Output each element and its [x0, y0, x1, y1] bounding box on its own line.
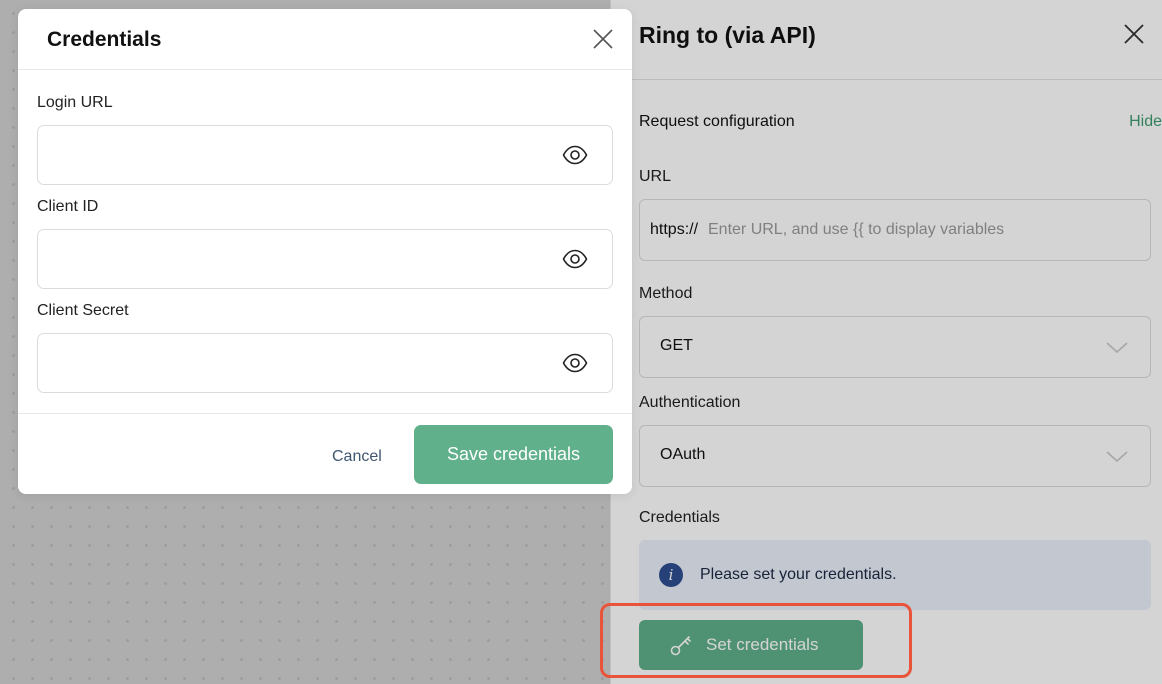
- credentials-modal: Credentials Login URL Client ID Client S…: [18, 9, 632, 494]
- client-id-input[interactable]: [37, 229, 613, 289]
- client-secret-label: Client Secret: [37, 302, 129, 319]
- eye-icon[interactable]: [562, 144, 588, 166]
- modal-footer: Cancel Save credentials: [18, 413, 632, 494]
- cancel-button[interactable]: Cancel: [332, 448, 382, 466]
- highlight-annotation: [600, 603, 912, 678]
- close-icon[interactable]: [592, 28, 614, 50]
- login-url-label: Login URL: [37, 94, 113, 111]
- client-id-label: Client ID: [37, 198, 99, 215]
- modal-title: Credentials: [47, 28, 162, 51]
- save-credentials-button[interactable]: Save credentials: [414, 425, 613, 484]
- modal-header: Credentials: [18, 9, 632, 70]
- client-secret-input[interactable]: [37, 333, 613, 393]
- eye-icon[interactable]: [562, 248, 588, 270]
- login-url-input[interactable]: [37, 125, 613, 185]
- eye-icon[interactable]: [562, 352, 588, 374]
